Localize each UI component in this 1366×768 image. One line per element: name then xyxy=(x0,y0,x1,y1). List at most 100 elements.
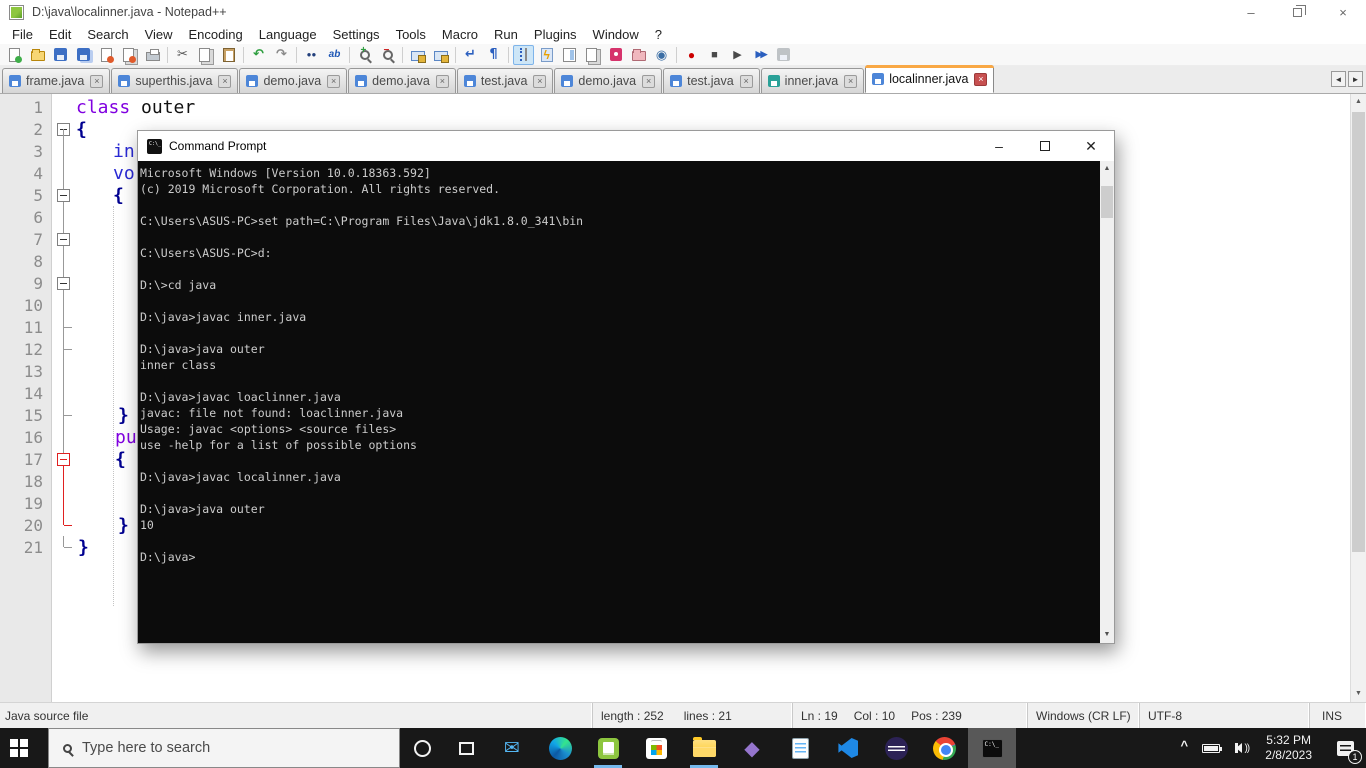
tab-close-icon[interactable]: × xyxy=(90,74,104,88)
taskbar-eclipse[interactable] xyxy=(872,728,920,768)
menu-item-settings[interactable]: Settings xyxy=(325,25,388,44)
menu-item-view[interactable]: View xyxy=(137,25,181,44)
tab-frame-java-0[interactable]: frame.java × xyxy=(2,68,111,93)
tab-localinner-java-8[interactable]: localinner.java × xyxy=(865,65,995,93)
editor-scrollbar-thumb[interactable] xyxy=(1352,112,1365,552)
close-button[interactable]: × xyxy=(1320,0,1366,24)
copy-icon[interactable] xyxy=(195,45,216,65)
fold-margin-cell[interactable] xyxy=(52,184,76,206)
zoom-in-icon[interactable]: + xyxy=(354,45,375,65)
menu-item-run[interactable]: Run xyxy=(486,25,526,44)
menu-item-plugins[interactable]: Plugins xyxy=(526,25,585,44)
replace-icon[interactable]: ab xyxy=(324,45,345,65)
macro-save-icon[interactable] xyxy=(773,45,794,65)
tab-close-icon[interactable]: × xyxy=(533,74,547,88)
save-icon[interactable] xyxy=(50,45,71,65)
battery-icon[interactable] xyxy=(1197,728,1225,768)
document-list-icon[interactable] xyxy=(582,45,603,65)
fold-margin-cell[interactable] xyxy=(52,272,76,294)
tab-close-icon[interactable]: × xyxy=(844,74,858,88)
sync-horizontal-scrolling-icon[interactable] xyxy=(430,45,451,65)
terminal-scrollbar[interactable]: ▲ ▼ xyxy=(1100,161,1114,643)
taskbar-vscode[interactable] xyxy=(824,728,872,768)
scroll-down-arrow-icon[interactable]: ▼ xyxy=(1100,627,1114,643)
tab-test-java-6[interactable]: test.java × xyxy=(663,68,760,93)
taskbar-search-input[interactable]: Type here to search xyxy=(48,728,400,768)
taskbar-notepad[interactable] xyxy=(776,728,824,768)
taskbar-clock[interactable]: 5:32 PM 2/8/2023 xyxy=(1255,733,1324,763)
new-file-icon[interactable] xyxy=(4,45,25,65)
menu-item-macro[interactable]: Macro xyxy=(434,25,486,44)
editor-scrollbar[interactable]: ▲ ▼ xyxy=(1350,94,1366,702)
menu-item-file[interactable]: File xyxy=(4,25,41,44)
tab-superthis-java-1[interactable]: superthis.java × xyxy=(111,68,239,93)
command-prompt-title-bar[interactable]: Command Prompt – ✕ xyxy=(138,131,1114,161)
macro-play-icon[interactable]: ▶ xyxy=(727,45,748,65)
close-all-icon[interactable] xyxy=(119,45,140,65)
open-file-icon[interactable] xyxy=(27,45,48,65)
terminal-output[interactable]: Microsoft Windows [Version 10.0.18363.59… xyxy=(138,161,1100,643)
define-language-icon[interactable] xyxy=(605,45,626,65)
redo-icon[interactable]: ↷ xyxy=(271,45,292,65)
menu-item-encoding[interactable]: Encoding xyxy=(181,25,251,44)
tab-close-icon[interactable]: × xyxy=(739,74,753,88)
macro-record-icon[interactable]: ● xyxy=(681,45,702,65)
volume-icon[interactable]: )) xyxy=(1225,728,1255,768)
folder-as-workspace-icon[interactable] xyxy=(628,45,649,65)
cortana-button[interactable] xyxy=(400,728,444,768)
minimize-button[interactable]: – xyxy=(1228,0,1274,24)
word-wrap-icon[interactable]: ↵ xyxy=(460,45,481,65)
taskbar-command-prompt[interactable] xyxy=(968,728,1016,768)
fold-margin-cell[interactable] xyxy=(52,228,76,250)
taskbar-notepad-plus-plus[interactable] xyxy=(584,728,632,768)
view-eye-icon[interactable]: ◉ xyxy=(651,45,672,65)
print-icon[interactable] xyxy=(142,45,163,65)
tab-close-icon[interactable]: × xyxy=(435,74,449,88)
action-center-button[interactable]: 1 xyxy=(1324,728,1366,768)
save-all-icon[interactable] xyxy=(73,45,94,65)
terminal-scrollbar-thumb[interactable] xyxy=(1101,186,1113,218)
indent-guide-icon[interactable] xyxy=(513,44,534,65)
undo-icon[interactable]: ↶ xyxy=(248,45,269,65)
task-view-button[interactable] xyxy=(444,728,488,768)
macro-stop-icon[interactable]: ■ xyxy=(704,45,725,65)
tab-close-icon[interactable]: × xyxy=(327,74,341,88)
macro-run-multiple-icon[interactable]: ▶▶ xyxy=(750,45,771,65)
cmd-maximize-button[interactable] xyxy=(1022,131,1068,161)
cut-icon[interactable]: ✂ xyxy=(172,45,193,65)
tab-close-icon[interactable]: × xyxy=(642,74,656,88)
tab-demo-java-3[interactable]: demo.java × xyxy=(348,68,456,93)
scroll-down-arrow-icon[interactable]: ▼ xyxy=(1351,686,1366,702)
taskbar-visual-studio[interactable]: ◆ xyxy=(728,728,776,768)
tab-close-icon[interactable]: × xyxy=(218,74,232,88)
taskbar-edge[interactable] xyxy=(536,728,584,768)
fold-margin-cell[interactable] xyxy=(52,118,76,140)
menu-item-[interactable]: ? xyxy=(647,25,670,44)
restore-button[interactable] xyxy=(1274,0,1320,24)
zoom-out-icon[interactable]: − xyxy=(377,45,398,65)
sync-vertical-scrolling-icon[interactable] xyxy=(407,45,428,65)
tab-demo-java-2[interactable]: demo.java × xyxy=(239,68,348,93)
cmd-minimize-button[interactable]: – xyxy=(976,131,1022,161)
fold-margin-cell[interactable] xyxy=(52,448,76,470)
menu-item-window[interactable]: Window xyxy=(585,25,647,44)
tab-scroll-left-button[interactable]: ◄ xyxy=(1331,71,1346,87)
tab-demo-java-5[interactable]: demo.java × xyxy=(554,68,663,93)
cmd-close-button[interactable]: ✕ xyxy=(1068,131,1114,161)
tray-expand-chevron-icon[interactable]: ^ xyxy=(1171,728,1197,768)
menu-item-search[interactable]: Search xyxy=(79,25,136,44)
taskbar-mail[interactable]: ✉ xyxy=(488,728,536,768)
close-file-icon[interactable] xyxy=(96,45,117,65)
taskbar-microsoft-store[interactable] xyxy=(632,728,680,768)
scroll-up-arrow-icon[interactable]: ▲ xyxy=(1351,94,1366,110)
menu-item-tools[interactable]: Tools xyxy=(388,25,434,44)
menu-item-language[interactable]: Language xyxy=(251,25,325,44)
document-map-icon[interactable] xyxy=(559,45,580,65)
taskbar-file-explorer[interactable] xyxy=(680,728,728,768)
tab-scroll-right-button[interactable]: ► xyxy=(1348,71,1363,87)
menu-item-edit[interactable]: Edit xyxy=(41,25,79,44)
title-bar[interactable]: D:\java\localinner.java - Notepad++ – × xyxy=(0,0,1366,24)
taskbar-chrome[interactable] xyxy=(920,728,968,768)
scroll-up-arrow-icon[interactable]: ▲ xyxy=(1100,161,1114,177)
start-button[interactable] xyxy=(0,728,48,768)
